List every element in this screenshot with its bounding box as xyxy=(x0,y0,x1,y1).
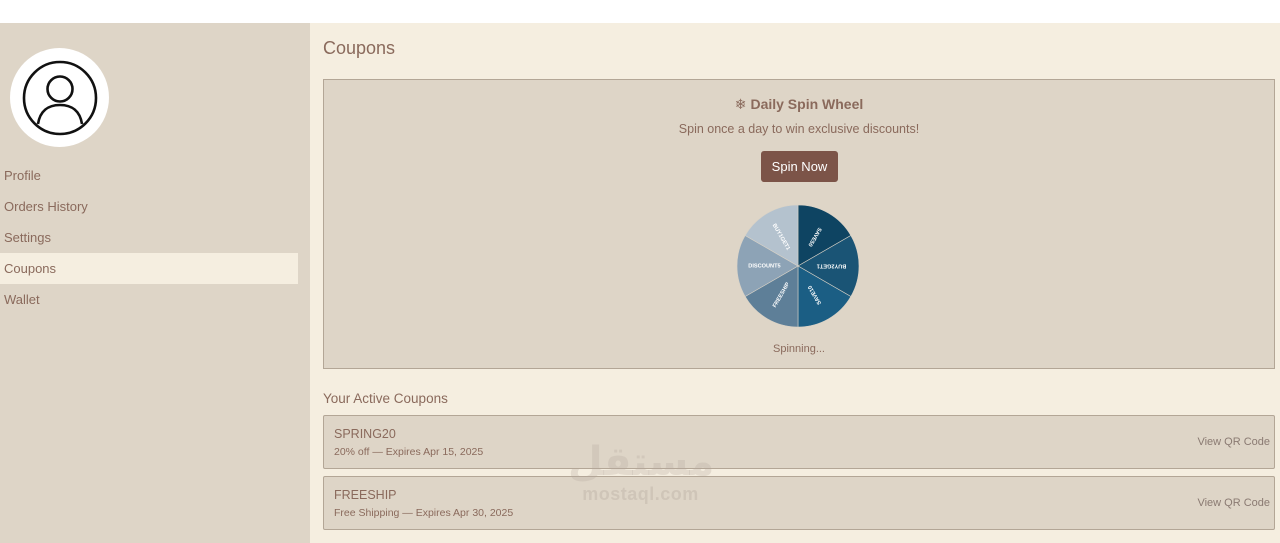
coupon-card: SPRING20 20% off — Expires Apr 15, 2025 … xyxy=(323,415,1275,469)
coupon-code: FREESHIP xyxy=(334,488,397,502)
wheel-segment-label: BUY2GET1 xyxy=(817,263,847,269)
coupon-card: FREESHIP Free Shipping — Expires Apr 30,… xyxy=(323,476,1275,530)
sidebar-item-profile[interactable]: Profile xyxy=(0,160,298,191)
sidebar-item-orders-history[interactable]: Orders History xyxy=(0,191,298,222)
wheel-segment-label: DISCOUNT5 xyxy=(748,263,780,269)
spin-now-button[interactable]: Spin Now xyxy=(761,151,838,182)
spin-title-text: Daily Spin Wheel xyxy=(750,96,864,112)
view-qr-code-link[interactable]: View QR Code xyxy=(1197,497,1270,509)
spin-title: ❄ Daily Spin Wheel xyxy=(324,96,1274,113)
main-content: Coupons ❄ Daily Spin Wheel Spin once a da… xyxy=(310,23,1280,543)
sidebar-nav: Profile Orders History Settings Coupons … xyxy=(0,160,298,315)
spin-status: Spinning... xyxy=(773,343,825,355)
gear-icon: ❄ xyxy=(734,96,747,112)
coupon-description: 20% off — Expires Apr 15, 2025 xyxy=(334,446,484,458)
page-title: Coupons xyxy=(323,38,396,58)
sidebar-item-wallet[interactable]: Wallet xyxy=(0,284,298,315)
active-coupons-title: Your Active Coupons xyxy=(323,391,448,406)
sidebar: Profile Orders History Settings Coupons … xyxy=(0,23,310,543)
app-window: Profile Orders History Settings Coupons … xyxy=(0,23,1280,543)
spin-subtitle: Spin once a day to win exclusive discoun… xyxy=(678,122,920,136)
sidebar-item-coupons[interactable]: Coupons xyxy=(0,253,298,284)
spin-wheel-card: ❄ Daily Spin Wheel Spin once a day to win… xyxy=(323,79,1275,369)
avatar[interactable] xyxy=(10,48,109,147)
sidebar-item-settings[interactable]: Settings xyxy=(0,222,298,253)
user-icon xyxy=(22,60,97,135)
coupon-code: SPRING20 xyxy=(334,427,396,441)
coupon-description: Free Shipping — Expires Apr 30, 2025 xyxy=(334,507,514,519)
view-qr-code-link[interactable]: View QR Code xyxy=(1197,436,1270,448)
spin-wheel[interactable]: SAVE50BUY2GET1SAVE10FREESHIPDISCOUNT5BUY… xyxy=(736,204,860,328)
